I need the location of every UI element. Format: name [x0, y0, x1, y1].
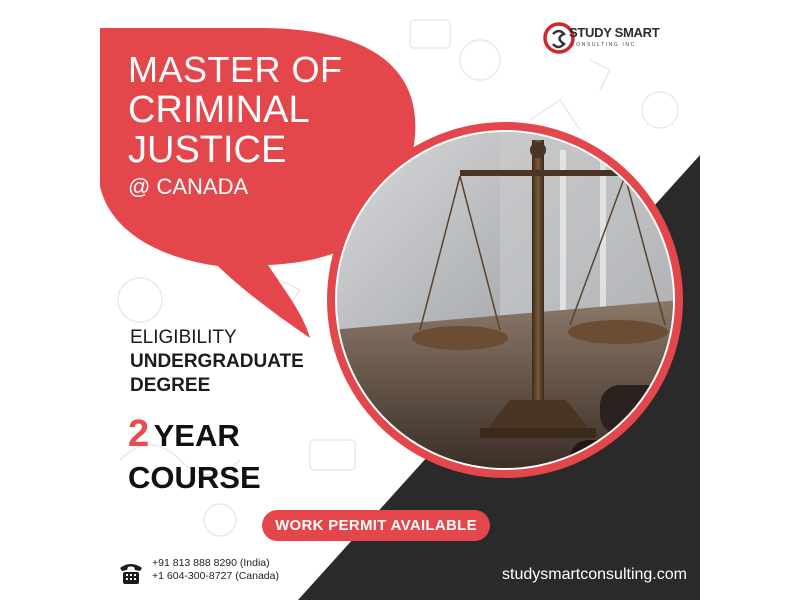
work-permit-button[interactable]: WORK PERMIT AVAILABLE [262, 510, 490, 541]
course-number: 2 [128, 413, 150, 455]
logo-subtitle: CONSULTING INC. [571, 42, 639, 48]
headline-line-4: @ CANADA [128, 174, 249, 199]
headline-line-3: JUSTICE [128, 129, 287, 171]
course-word-year: YEAR [153, 418, 240, 453]
website-link[interactable]: studysmartconsulting.com [502, 566, 687, 584]
course-duration: 2 YEAR COURSE [128, 413, 261, 496]
headline-line-2: CRIMINAL [128, 89, 310, 131]
brand-logo: STUDY SMART CONSULTING INC. [533, 17, 683, 61]
contact-phones: +91 813 888 8290 (India) +1 604-300-8727… [152, 557, 279, 583]
phone-icon [120, 564, 142, 584]
eligibility-label: ELIGIBILITY [130, 327, 237, 348]
headline-line-1: MASTER OF [128, 49, 343, 90]
phone-india[interactable]: +91 813 888 8290 (India) [152, 557, 279, 570]
phone-canada[interactable]: +1 604-300-8727 (Canada) [152, 570, 279, 583]
headline: MASTER OF CRIMINAL JUSTICE @ CANADA [128, 50, 343, 202]
eligibility-line-2: DEGREE [130, 375, 211, 396]
logo-name: STUDY SMART [569, 25, 660, 40]
eligibility-block: ELIGIBILITY UNDERGRADUATE DEGREE [130, 326, 304, 398]
course-word-course: COURSE [128, 460, 261, 495]
ad-poster: STUDY SMART CONSULTING INC. MASTER OF CR… [100, 0, 700, 600]
eligibility-line-1: UNDERGRADUATE [130, 351, 304, 372]
